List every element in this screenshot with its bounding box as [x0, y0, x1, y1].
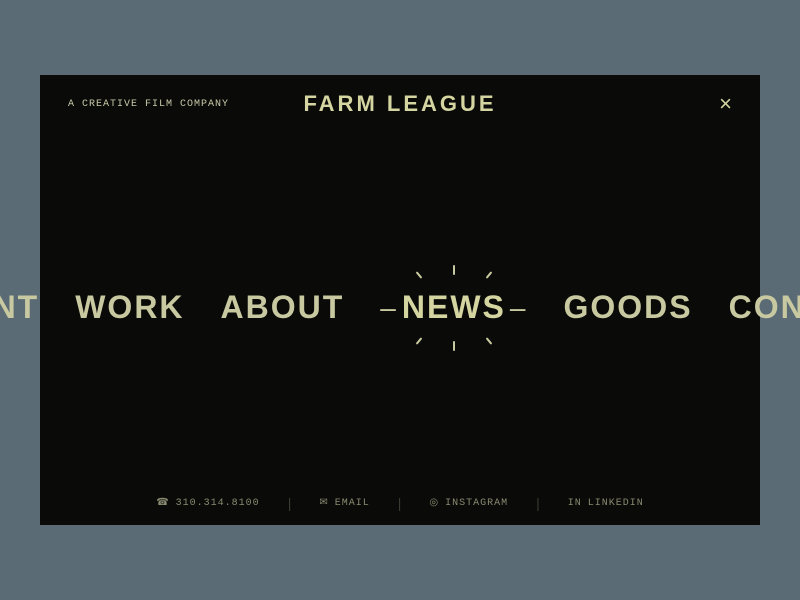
instagram-icon: ◎	[429, 497, 439, 509]
linkedin-label: LINKEDIN	[588, 498, 644, 509]
news-wrapper: – NEWS –	[380, 289, 527, 326]
close-button[interactable]: ×	[719, 93, 732, 115]
nav-item-work[interactable]: WORK	[75, 289, 184, 326]
nav-item-about[interactable]: ABOUT	[221, 289, 345, 326]
footer-sep-2: |	[398, 495, 402, 511]
nav-item-goods[interactable]: GOODS	[563, 289, 692, 326]
site-logo[interactable]: Farm League	[303, 91, 496, 117]
ray-bottom-left	[416, 337, 423, 344]
footer-instagram[interactable]: ◎ INSTAGRAM	[429, 497, 508, 509]
nav-area: TALENT WORK ABOUT – NEW	[40, 133, 760, 481]
nav-item-talent[interactable]: TALENT	[0, 289, 39, 326]
email-icon: ✉	[319, 497, 328, 509]
news-dashes: – NEWS –	[380, 289, 527, 326]
dash-right: –	[510, 292, 528, 324]
nav-menu: TALENT WORK ABOUT – NEW	[0, 288, 800, 327]
linkedin-icon: in	[568, 498, 582, 509]
ray-top-right	[486, 271, 493, 278]
footer-email[interactable]: ✉ EMAIL	[319, 497, 369, 509]
phone-number: 310.314.8100	[176, 498, 260, 509]
ray-top-left	[416, 271, 423, 278]
news-label: NEWS	[402, 289, 506, 326]
footer-phone[interactable]: ☎ 310.314.8100	[156, 497, 259, 509]
header: A Creative Film Company Farm League ×	[40, 75, 760, 133]
footer: ☎ 310.314.8100 | ✉ EMAIL | ◎ INSTAGRAM |…	[40, 481, 760, 525]
ray-bottom	[453, 341, 455, 351]
footer-sep-1: |	[288, 495, 292, 511]
ray-top	[453, 265, 455, 275]
phone-icon: ☎	[156, 497, 169, 509]
instagram-label: INSTAGRAM	[445, 498, 508, 509]
footer-linkedin[interactable]: in LINKEDIN	[568, 498, 644, 509]
tagline: A Creative Film Company	[68, 99, 229, 110]
nav-item-news[interactable]: – NEWS –	[380, 288, 527, 327]
dash-left: –	[380, 292, 398, 324]
email-label: EMAIL	[335, 498, 370, 509]
footer-sep-3: |	[536, 495, 540, 511]
nav-item-contact[interactable]: CONTACT	[729, 289, 800, 326]
main-window: A Creative Film Company Farm League × TA…	[40, 75, 760, 525]
ray-bottom-right	[486, 337, 493, 344]
